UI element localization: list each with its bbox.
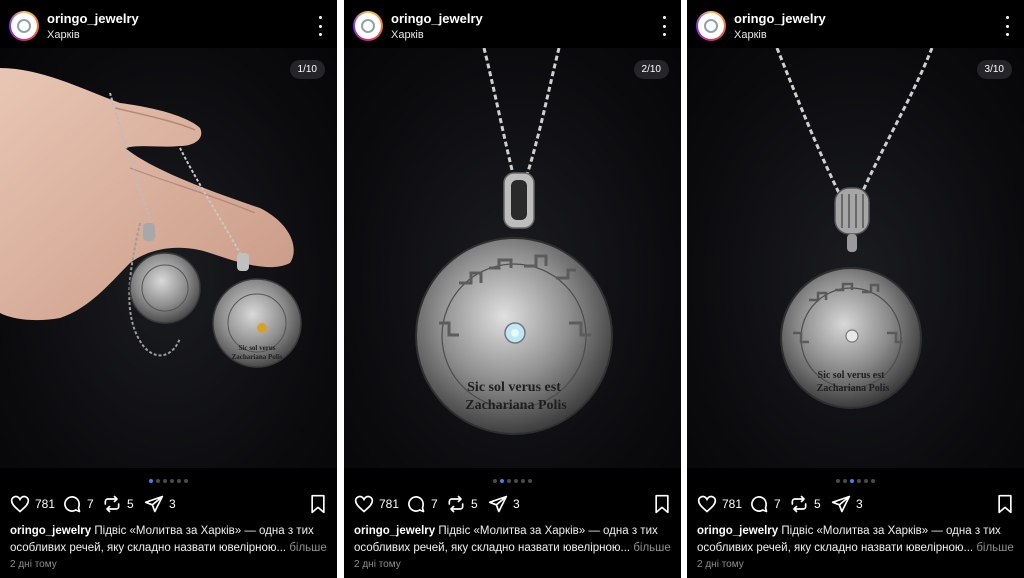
more-vertical-icon[interactable] bbox=[657, 16, 671, 36]
pendant-image: Sic sol verus est Zachariana Polis bbox=[775, 48, 934, 409]
post-caption: oringo_jewelry Підвіс «Молитва за Харків… bbox=[697, 523, 1017, 557]
repost-count: 5 bbox=[814, 497, 821, 511]
repost-icon bbox=[448, 495, 464, 513]
more-link[interactable]: більше bbox=[289, 542, 326, 554]
bookmark-icon bbox=[311, 494, 325, 514]
username[interactable]: oringo_jewelry bbox=[734, 11, 826, 26]
action-bar: 781 7 5 3 bbox=[687, 492, 1024, 518]
post-caption: oringo_jewelry Підвіс «Молитва за Харків… bbox=[10, 523, 330, 557]
post-panel-1: oringo_jewelry Харків Sic sol verus Zach… bbox=[0, 0, 337, 578]
avatar[interactable] bbox=[696, 11, 726, 41]
pendant-engraving-2: Zachariana Polis bbox=[817, 383, 890, 394]
action-bar: 781 7 5 3 bbox=[0, 492, 337, 518]
post-photo[interactable]: Sic sol verus est Zachariana Polis 3/10 bbox=[687, 48, 1024, 468]
comment-icon bbox=[64, 496, 81, 513]
heart-icon bbox=[10, 495, 30, 513]
repost-button[interactable]: 5 bbox=[446, 492, 478, 516]
comment-icon bbox=[751, 496, 768, 513]
comment-icon bbox=[408, 496, 425, 513]
post-caption: oringo_jewelry Підвіс «Молитва за Харків… bbox=[354, 523, 674, 557]
share-icon bbox=[488, 495, 508, 513]
carousel-dots bbox=[0, 479, 337, 483]
pendant-engraving-1: Sic sol verus est bbox=[467, 380, 561, 395]
like-button[interactable]: 781 bbox=[354, 492, 399, 516]
repost-count: 5 bbox=[471, 497, 478, 511]
pendant-engraving-2: Zachariana Polis bbox=[465, 398, 567, 413]
pendant-engraving-1: Sic sol verus est bbox=[818, 370, 886, 381]
comment-button[interactable]: 7 bbox=[62, 492, 94, 516]
pendant-image: Sic sol verus est Zachariana Polis bbox=[415, 48, 613, 435]
bookmark-icon bbox=[998, 494, 1012, 514]
slide-counter: 1/10 bbox=[289, 60, 325, 79]
comment-button[interactable]: 7 bbox=[406, 492, 438, 516]
username[interactable]: oringo_jewelry bbox=[47, 11, 139, 26]
share-icon bbox=[144, 495, 164, 513]
post-photo[interactable]: Sic sol verus est Zachariana Polis 2/10 bbox=[344, 48, 681, 468]
location[interactable]: Харків bbox=[391, 29, 424, 41]
post-time: 2 дні тому bbox=[697, 559, 744, 570]
carousel-dots bbox=[344, 479, 681, 483]
pendant-hand-image: Sic sol verus Zachariana Polis bbox=[0, 68, 302, 368]
like-count: 781 bbox=[722, 497, 743, 511]
location[interactable]: Харків bbox=[734, 29, 767, 41]
comment-count: 7 bbox=[431, 497, 438, 511]
more-link[interactable]: більше bbox=[976, 542, 1013, 554]
slide-counter: 2/10 bbox=[633, 60, 669, 79]
avatar[interactable] bbox=[9, 11, 39, 41]
slide-counter: 3/10 bbox=[976, 60, 1012, 79]
pendant-engraving-1: Sic sol verus bbox=[239, 344, 276, 352]
share-button[interactable]: 3 bbox=[831, 492, 863, 516]
like-button[interactable]: 781 bbox=[10, 492, 55, 516]
post-panel-2: oringo_jewelry Харків Sic sol verus est … bbox=[344, 0, 681, 578]
like-count: 781 bbox=[379, 497, 400, 511]
repost-icon bbox=[104, 495, 120, 513]
heart-icon bbox=[697, 495, 717, 513]
share-count: 3 bbox=[856, 497, 863, 511]
post-header: oringo_jewelry Харків bbox=[344, 0, 681, 48]
heart-icon bbox=[354, 495, 374, 513]
avatar[interactable] bbox=[353, 11, 383, 41]
comment-count: 7 bbox=[774, 497, 781, 511]
more-vertical-icon[interactable] bbox=[1000, 16, 1014, 36]
save-button[interactable] bbox=[996, 494, 1014, 519]
post-time: 2 дні тому bbox=[10, 559, 57, 570]
repost-button[interactable]: 5 bbox=[102, 492, 134, 516]
share-button[interactable]: 3 bbox=[144, 492, 176, 516]
share-icon bbox=[831, 495, 851, 513]
share-count: 3 bbox=[169, 497, 176, 511]
action-bar: 781 7 5 3 bbox=[344, 492, 681, 518]
save-button[interactable] bbox=[309, 494, 327, 519]
like-count: 781 bbox=[35, 497, 56, 511]
username[interactable]: oringo_jewelry bbox=[391, 11, 483, 26]
carousel-dots bbox=[687, 479, 1024, 483]
bookmark-icon bbox=[655, 494, 669, 514]
caption-username[interactable]: oringo_jewelry bbox=[354, 525, 435, 537]
comment-count: 7 bbox=[87, 497, 94, 511]
repost-button[interactable]: 5 bbox=[789, 492, 821, 516]
comment-button[interactable]: 7 bbox=[749, 492, 781, 516]
post-panel-3: oringo_jewelry Харків Sic sol verus est … bbox=[687, 0, 1024, 578]
post-photo[interactable]: Sic sol verus Zachariana Polis 1/10 bbox=[0, 48, 337, 468]
pendant-engraving-2: Zachariana Polis bbox=[232, 353, 283, 361]
repost-icon bbox=[791, 495, 807, 513]
post-time: 2 дні тому bbox=[354, 559, 401, 570]
location[interactable]: Харків bbox=[47, 29, 80, 41]
post-header: oringo_jewelry Харків bbox=[0, 0, 337, 48]
post-header: oringo_jewelry Харків bbox=[687, 0, 1024, 48]
caption-username[interactable]: oringo_jewelry bbox=[697, 525, 778, 537]
more-vertical-icon[interactable] bbox=[313, 16, 327, 36]
more-link[interactable]: більше bbox=[633, 542, 670, 554]
share-count: 3 bbox=[513, 497, 520, 511]
like-button[interactable]: 781 bbox=[697, 492, 742, 516]
save-button[interactable] bbox=[653, 494, 671, 519]
repost-count: 5 bbox=[127, 497, 134, 511]
share-button[interactable]: 3 bbox=[488, 492, 520, 516]
caption-username[interactable]: oringo_jewelry bbox=[10, 525, 91, 537]
